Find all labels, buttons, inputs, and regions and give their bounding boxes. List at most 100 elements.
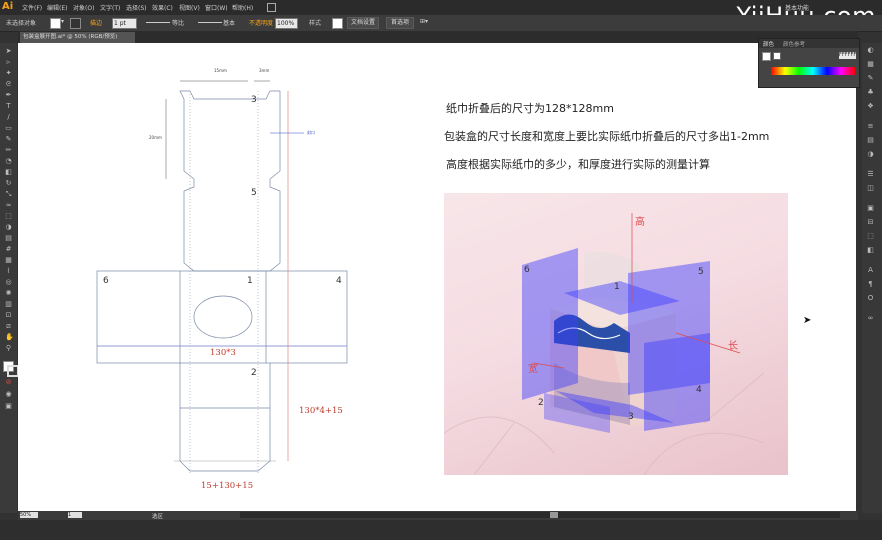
panel-number-1: 1 bbox=[247, 276, 253, 286]
graph-tool-icon[interactable]: ▥ bbox=[5, 301, 12, 308]
opacity-input[interactable]: 100% bbox=[275, 18, 298, 29]
swatches-icon[interactable]: ▦ bbox=[867, 61, 874, 68]
menu-bar: Ai 文件(F) 编辑(E) 对象(O) 文字(T) 选择(S) 效果(C) 视… bbox=[0, 0, 882, 30]
character-icon[interactable]: A bbox=[867, 267, 874, 274]
hex-input[interactable]: FFFFFF bbox=[839, 52, 856, 59]
direct-selection-icon[interactable]: ▹ bbox=[5, 59, 12, 66]
shape-builder-icon[interactable]: ◑ bbox=[5, 224, 12, 231]
dim-top-left: 15mm bbox=[214, 68, 227, 73]
symbol-sprayer-icon[interactable]: ✺ bbox=[5, 290, 12, 297]
scale-tool-icon[interactable]: ⤡ bbox=[5, 191, 12, 198]
line-tool-icon[interactable]: / bbox=[5, 114, 12, 121]
menu-help[interactable]: 帮助(H) bbox=[232, 3, 253, 12]
appearance-icon[interactable]: ☰ bbox=[867, 171, 874, 178]
gradient-tool-icon[interactable]: ▦ bbox=[5, 257, 12, 264]
menu-effect[interactable]: 效果(C) bbox=[152, 3, 173, 12]
stroke-swatch[interactable] bbox=[70, 18, 81, 29]
blend-tool-icon[interactable]: ◎ bbox=[5, 279, 12, 286]
transform-icon[interactable]: ⬚ bbox=[867, 233, 874, 240]
axis-width-label: 宽 bbox=[528, 364, 538, 375]
slice-tool-icon[interactable]: ⧄ bbox=[5, 323, 12, 330]
horizontal-scrollbar[interactable] bbox=[240, 512, 840, 518]
menu-file[interactable]: 文件(F) bbox=[22, 3, 42, 12]
hand-tool-icon[interactable]: ✋ bbox=[5, 334, 14, 341]
transparency-icon[interactable]: ◑ bbox=[867, 151, 874, 158]
menu-object[interactable]: 对象(O) bbox=[73, 3, 94, 12]
brush-basic[interactable]: 基本 bbox=[223, 18, 235, 27]
zoom-level-input[interactable]: 50% bbox=[20, 512, 38, 518]
lasso-icon[interactable]: ᘓ bbox=[5, 81, 12, 88]
brushes-icon[interactable]: ✎ bbox=[867, 75, 874, 82]
paragraph-icon[interactable]: ¶ bbox=[867, 281, 874, 288]
artboard-tool-icon[interactable]: ⊡ bbox=[5, 312, 12, 319]
opentype-icon[interactable]: O bbox=[867, 295, 874, 302]
fill-dropdown-icon[interactable]: ▾ bbox=[61, 18, 64, 25]
bridge-icon[interactable] bbox=[267, 3, 276, 12]
graphic-styles-icon[interactable]: ❖ bbox=[867, 103, 874, 110]
layers-icon[interactable]: ◫ bbox=[867, 185, 874, 192]
selection-tool-icon[interactable]: ➤ bbox=[5, 48, 12, 55]
style-swatch[interactable] bbox=[332, 18, 343, 29]
pencil-icon[interactable]: ✏ bbox=[5, 147, 12, 154]
eraser-icon[interactable]: ◧ bbox=[5, 169, 12, 176]
menu-select[interactable]: 选择(S) bbox=[126, 3, 147, 12]
rectangle-tool-icon[interactable]: ▭ bbox=[5, 125, 12, 132]
color-panel: 颜色 颜色参考 FFFFFF bbox=[758, 38, 860, 88]
menu-edit[interactable]: 编辑(E) bbox=[47, 3, 67, 12]
panel-number-5: 5 bbox=[251, 188, 257, 198]
zoom-tool-icon[interactable]: ⚲ bbox=[5, 345, 12, 352]
menu-view[interactable]: 视图(V) bbox=[179, 3, 200, 12]
pen-tool-icon[interactable]: ✒ bbox=[5, 92, 12, 99]
stroke-panel-icon[interactable]: ≡ bbox=[867, 123, 874, 130]
document-setup-button[interactable]: 文档设置 bbox=[347, 17, 379, 29]
screen-mode-icon[interactable]: ▣ bbox=[5, 403, 12, 410]
app-logo: Ai bbox=[2, 1, 14, 12]
symbols-icon[interactable]: ♣ bbox=[867, 89, 874, 96]
note-tissue-size: 纸巾折叠后的尺寸为128*128mm bbox=[446, 102, 614, 115]
stroke-uniform[interactable]: 等比 bbox=[172, 18, 184, 27]
paintbrush-icon[interactable]: ✎ bbox=[5, 136, 12, 143]
blob-brush-icon[interactable]: ◔ bbox=[5, 158, 12, 165]
opacity-label[interactable]: 不透明度 bbox=[249, 18, 273, 27]
panel-stroke-icon[interactable] bbox=[773, 52, 781, 60]
free-transform-icon[interactable]: ⬚ bbox=[5, 213, 12, 220]
width-tool-icon[interactable]: ≈ bbox=[5, 202, 12, 209]
artboards-icon[interactable]: ▣ bbox=[867, 205, 874, 212]
rotate-tool-icon[interactable]: ↻ bbox=[5, 180, 12, 187]
color-panel-icon[interactable]: ◐ bbox=[867, 47, 874, 54]
document-tab[interactable]: 包装盒展开图.ai* @ 50% (RGB/预览) bbox=[20, 32, 135, 43]
artboard-number-input[interactable]: 1 bbox=[68, 512, 82, 518]
gradient-panel-icon[interactable]: ▤ bbox=[867, 137, 874, 144]
links-icon[interactable]: ∞ bbox=[867, 315, 874, 322]
menu-type[interactable]: 文字(T) bbox=[100, 3, 120, 12]
box-3d-drawing bbox=[444, 213, 765, 475]
perspective-grid-icon[interactable]: ▤ bbox=[5, 235, 12, 242]
arrange-icon[interactable]: ⊞▾ bbox=[420, 18, 428, 25]
photo-number-4: 4 bbox=[696, 385, 702, 395]
drawing-mode-icon[interactable]: ◉ bbox=[5, 391, 12, 398]
tab-color-guide[interactable]: 颜色参考 bbox=[783, 40, 805, 48]
magic-wand-icon[interactable]: ✦ bbox=[5, 70, 12, 77]
color-spectrum[interactable] bbox=[771, 67, 855, 75]
photo-number-2: 2 bbox=[538, 398, 544, 408]
panel-fill-icon[interactable] bbox=[762, 52, 771, 61]
label-130x4-15: 130*4+15 bbox=[299, 406, 343, 416]
selection-status: 未选择对象 bbox=[6, 20, 37, 27]
pathfinder-icon[interactable]: ◧ bbox=[867, 247, 874, 254]
horizontal-scroll-thumb[interactable] bbox=[550, 512, 558, 518]
type-tool-icon[interactable]: T bbox=[5, 103, 12, 110]
axis-length-label: 长 bbox=[728, 341, 738, 352]
label-15-130-15: 15+130+15 bbox=[201, 481, 254, 491]
tab-color[interactable]: 颜色 bbox=[763, 40, 774, 48]
photo-number-6: 6 bbox=[524, 265, 530, 275]
eyedropper-icon[interactable]: ⌇ bbox=[5, 268, 12, 275]
none-color-icon[interactable]: ⊘ bbox=[5, 379, 12, 386]
stroke-label[interactable]: 描边 bbox=[90, 18, 102, 27]
stroke-weight-input[interactable]: 1 pt bbox=[112, 18, 137, 29]
preferences-button[interactable]: 首选项 bbox=[386, 17, 414, 29]
menu-window[interactable]: 窗口(W) bbox=[205, 3, 228, 12]
taskbar-area bbox=[0, 520, 882, 540]
fill-swatch[interactable] bbox=[50, 18, 61, 29]
mesh-tool-icon[interactable]: # bbox=[5, 246, 12, 253]
align-icon[interactable]: ⊟ bbox=[867, 219, 874, 226]
